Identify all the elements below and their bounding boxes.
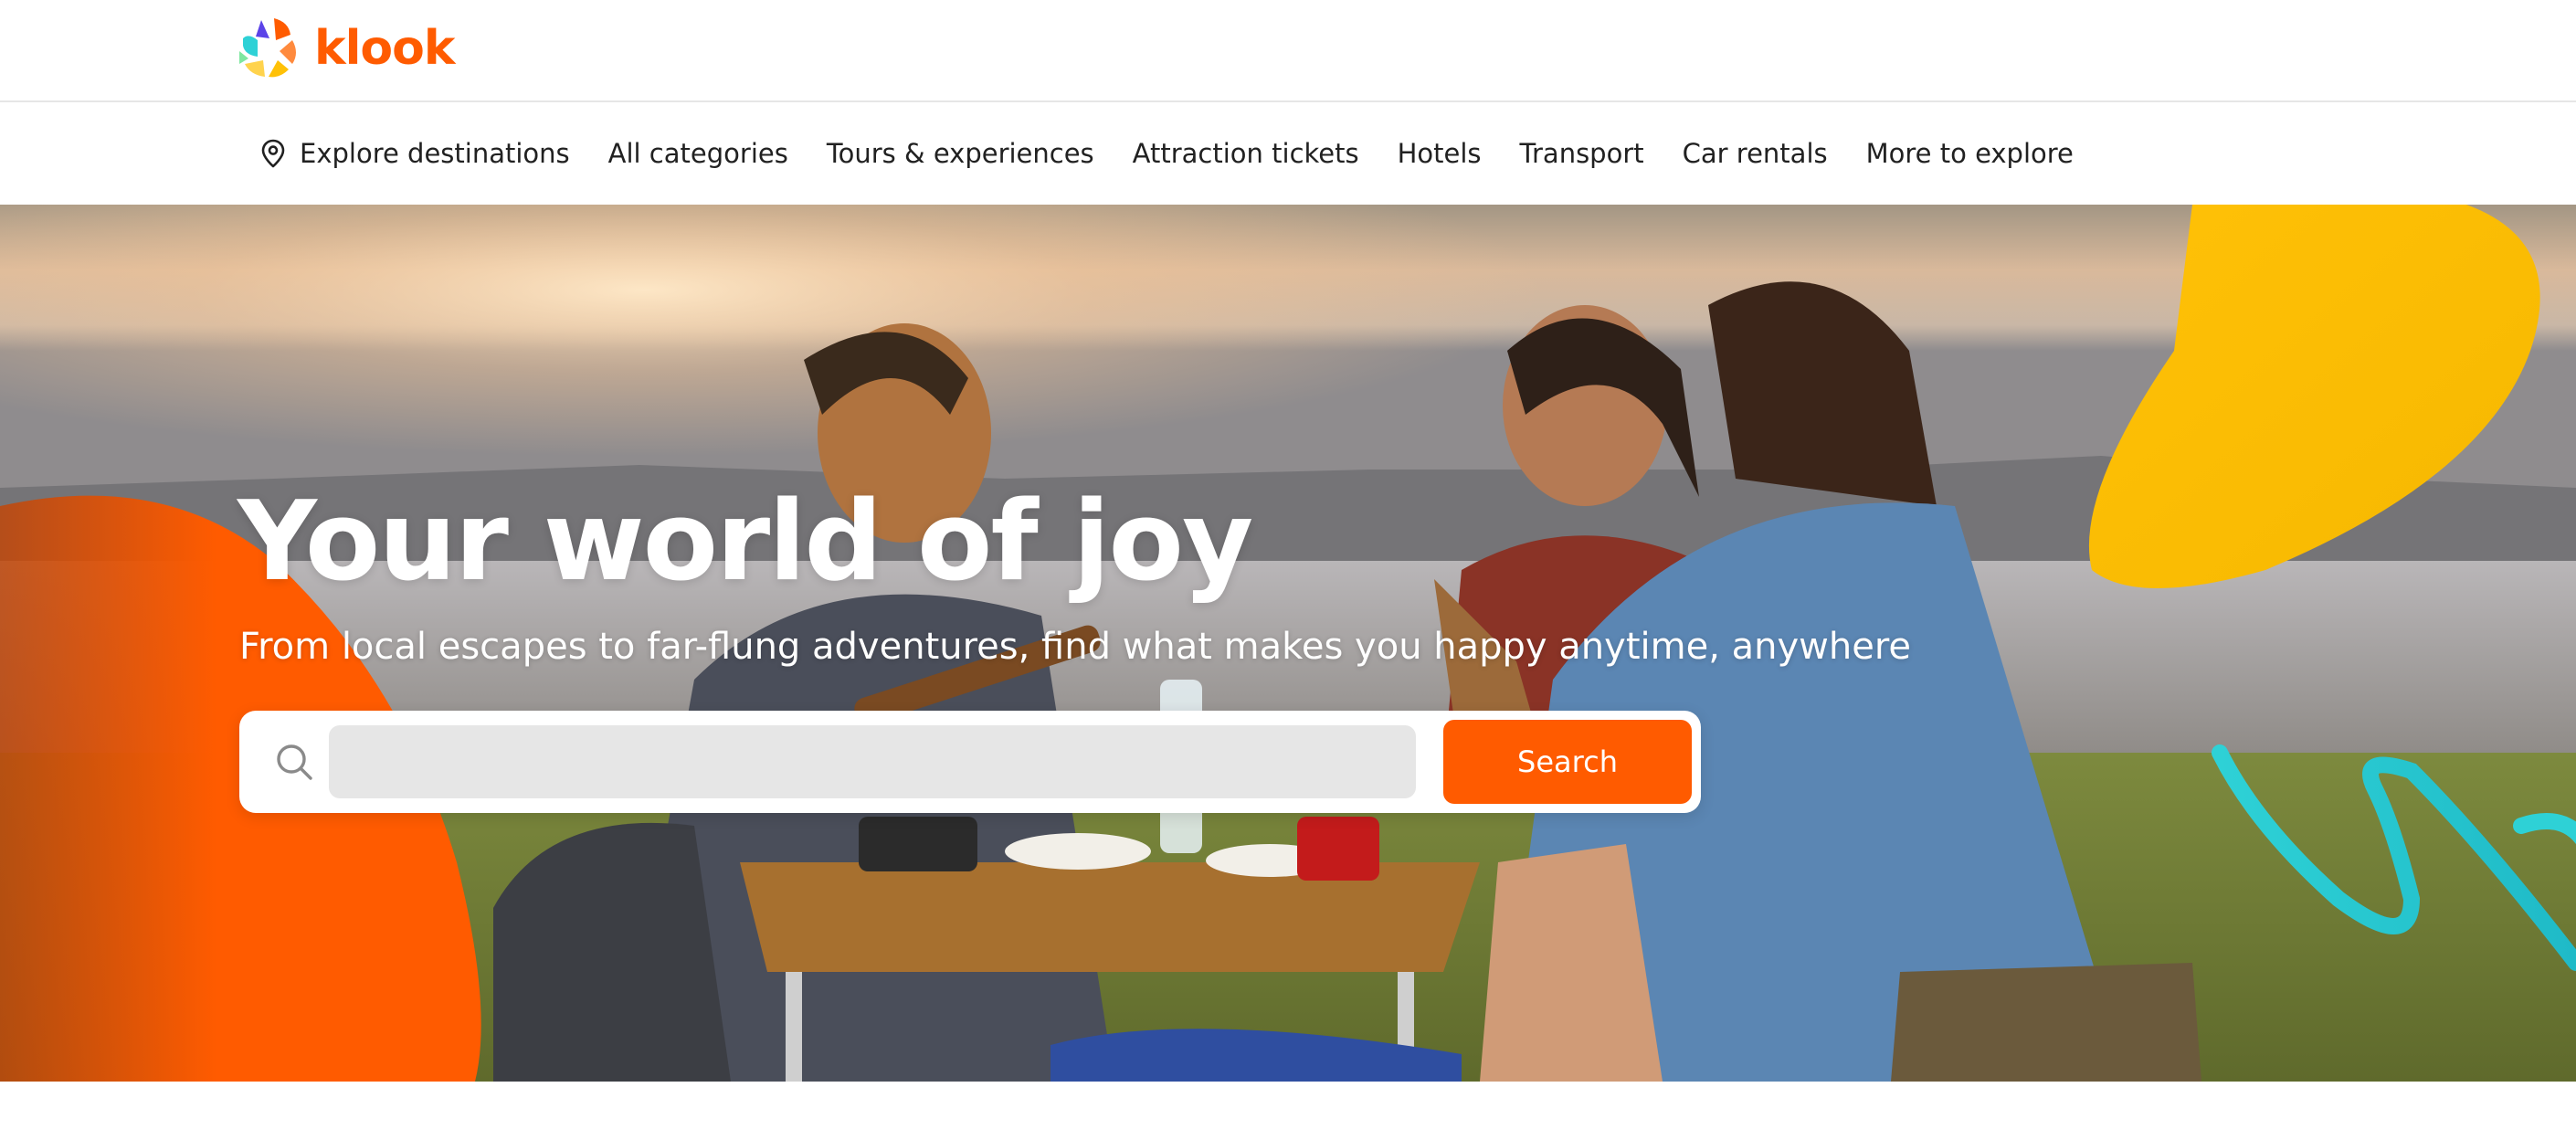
nav-label: Explore destinations [300, 138, 570, 169]
nav-label: Attraction tickets [1132, 138, 1359, 169]
klook-logo[interactable]: klook [236, 15, 455, 82]
category-nav: Explore destinations All categories Tour… [0, 102, 2576, 205]
nav-transport[interactable]: Transport [1520, 138, 1644, 169]
nav-label: Transport [1519, 138, 1644, 169]
page-content-area [0, 1082, 2576, 1140]
nav-label: Tours & experiences [826, 138, 1094, 169]
search-box: Search [239, 711, 1701, 813]
nav-attraction-tickets[interactable]: Attraction tickets [1133, 138, 1359, 169]
search-icon [277, 744, 312, 780]
location-pin-icon [261, 139, 285, 168]
nav-label: Car rentals [1682, 138, 1828, 169]
nav-more-to-explore[interactable]: More to explore [1866, 138, 2074, 169]
brand-name: klook [314, 21, 455, 76]
nav-label: More to explore [1865, 138, 2074, 169]
nav-all-categories[interactable]: All categories [608, 138, 788, 169]
nav-hotels[interactable]: Hotels [1398, 138, 1482, 169]
nav-tours-experiences[interactable]: Tours & experiences [827, 138, 1094, 169]
nav-explore-destinations[interactable]: Explore destinations [258, 138, 570, 169]
nav-label: Hotels [1397, 138, 1482, 169]
klook-logo-icon [239, 18, 296, 78]
hero-subtitle: From local escapes to far-flung adventur… [239, 626, 1912, 668]
hero-banner: Your world of joy From local escapes to … [0, 205, 2576, 1082]
search-button[interactable]: Search [1443, 720, 1692, 804]
search-input[interactable] [329, 725, 1416, 798]
category-nav-list: Explore destinations All categories Tour… [258, 102, 2074, 205]
nav-label: All categories [607, 138, 788, 169]
hero-title: Your world of joy [238, 479, 1253, 606]
top-header: klook [0, 0, 2576, 102]
nav-car-rentals[interactable]: Car rentals [1683, 138, 1828, 169]
